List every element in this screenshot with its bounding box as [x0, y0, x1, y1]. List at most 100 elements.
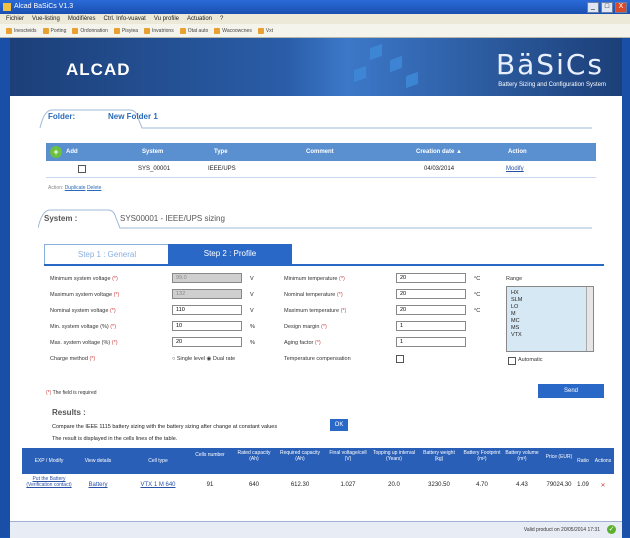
automatic-checkbox[interactable]	[508, 357, 516, 365]
battery-details-link[interactable]: Battery	[76, 482, 120, 488]
menu-actuation[interactable]: Actuation	[187, 14, 212, 24]
modify-link[interactable]: Modify	[506, 166, 524, 172]
field-label: Min. system voltage (%) (*)	[50, 324, 117, 330]
col-price: Price (EUR)	[545, 454, 573, 460]
unit-label: %	[250, 340, 255, 346]
list-item[interactable]: MS	[511, 325, 589, 332]
favorite-item[interactable]: Otat auto	[179, 27, 208, 34]
charge-method-radio[interactable]: ○ Single level ◉ Dual rate	[172, 356, 235, 362]
tab-step-2-profile[interactable]: Step 2 : Profile	[168, 244, 292, 264]
favorite-item[interactable]: Porting	[42, 27, 66, 34]
unit-label: °C	[474, 292, 481, 298]
list-item[interactable]: M	[511, 311, 589, 318]
close-button[interactable]: X	[615, 2, 627, 13]
general-form: Minimum system voltage (*) V Maximum sys…	[44, 264, 604, 376]
automatic-label: Automatic	[518, 357, 543, 363]
list-item[interactable]: HX	[511, 290, 589, 297]
unit-label: V	[250, 308, 254, 314]
table-row[interactable]: Put the Battery (Verification contact) B…	[22, 474, 614, 496]
col-cell-type: Cell type	[148, 458, 168, 464]
menu-modify[interactable]: Modifières	[68, 14, 96, 24]
min-voltage-percent-input[interactable]	[172, 321, 242, 331]
favorite-icon	[257, 27, 264, 34]
row-type: IEEE/UPS	[208, 166, 236, 172]
field-label: Aging factor (*)	[284, 340, 321, 346]
col-comment[interactable]: Comment	[306, 149, 334, 155]
col-type[interactable]: Type	[214, 149, 228, 155]
max-system-voltage-input[interactable]	[172, 289, 242, 299]
menu-info[interactable]: Ctrl. Info-vuavat	[104, 14, 146, 24]
col-battery-volume: Battery volume (m³)	[505, 450, 539, 462]
favorite-icon	[6, 27, 12, 34]
cell-type-link[interactable]: VTX 1 M 640	[130, 482, 186, 488]
window-title: Alcad BaSiCs V1.3	[14, 3, 74, 10]
temperature-compensation-checkbox[interactable]	[396, 355, 404, 363]
status-ok-icon: ✓	[607, 525, 616, 534]
battery-weight: 3230.50	[428, 482, 450, 488]
favorite-item[interactable]: Pisyiea	[113, 27, 138, 34]
required-note: (*) The field is required	[46, 390, 97, 396]
unit-label: V	[250, 276, 254, 282]
menu-help[interactable]: ?	[220, 14, 223, 24]
range-scrollbar[interactable]	[586, 287, 593, 351]
col-creation-date[interactable]: Creation date ▲	[416, 149, 462, 155]
range-listbox[interactable]: HX SLM LO M MC MS VTX	[506, 286, 594, 352]
field-label: Minimum temperature (*)	[284, 276, 345, 282]
row-checkbox[interactable]	[78, 165, 86, 173]
favorite-item[interactable]: Vxt	[257, 27, 273, 34]
nominal-temperature-input[interactable]	[396, 289, 466, 299]
minimize-button[interactable]: _	[587, 2, 599, 13]
left-frame	[0, 38, 10, 537]
alcad-logo: ALCAD	[66, 60, 131, 79]
menu-profile[interactable]: Vu profile	[154, 14, 179, 24]
col-cells-number: Cells number	[195, 452, 225, 458]
list-item[interactable]: VTX	[511, 332, 589, 339]
list-item[interactable]: MC	[511, 318, 589, 325]
menu-view[interactable]: Vue-listing	[32, 14, 60, 24]
final-voltage: 1.027	[340, 482, 356, 488]
duplicate-link[interactable]: Duplicate	[65, 185, 86, 191]
folder-table-header: + Add System Type Comment Creation date …	[46, 143, 596, 161]
favorite-item[interactable]: Ordonnation	[72, 27, 108, 34]
window-titlebar: Alcad BaSiCs V1.3 _ □ X	[0, 0, 630, 14]
unit-label: °C	[474, 276, 481, 282]
tab-step-1-general[interactable]: Step 1 : General	[44, 244, 170, 265]
field-label: Maximum temperature (*)	[284, 308, 347, 314]
nominal-system-voltage-input[interactable]	[172, 305, 242, 315]
maximize-button[interactable]: □	[601, 2, 613, 13]
actions-prefix: Action:	[48, 185, 64, 191]
list-item[interactable]: LO	[511, 304, 589, 311]
delete-link[interactable]: Delete	[87, 185, 101, 191]
favorite-icon	[144, 27, 151, 34]
unit-label: °C	[474, 308, 481, 314]
design-margin-input[interactable]	[396, 321, 466, 331]
col-system[interactable]: System	[142, 149, 163, 155]
verify-contact-link[interactable]: Put the Battery (Verification contact)	[26, 476, 72, 488]
table-row[interactable]: SYS_00001 IEEE/UPS 04/03/2014 Modify	[46, 161, 596, 178]
max-temperature-input[interactable]	[396, 305, 466, 315]
list-item[interactable]: SLM	[511, 297, 589, 304]
unit-label: V	[250, 292, 254, 298]
menu-file[interactable]: Fichier	[6, 14, 24, 24]
ok-button[interactable]: OK	[330, 419, 348, 431]
results-table-header: EXP / Modify View details Cell type Cell…	[22, 448, 614, 474]
add-system-button[interactable]: +	[50, 146, 62, 158]
favorite-item[interactable]: Invatrions	[144, 27, 174, 34]
max-voltage-percent-input[interactable]	[172, 337, 242, 347]
favorite-icon	[72, 27, 79, 34]
field-label: Minimum system voltage (*)	[50, 276, 118, 282]
favorite-item[interactable]: Wacoowcnes	[214, 27, 252, 34]
col-view-details: View details	[84, 458, 112, 464]
rated-capacity: 640	[248, 482, 259, 488]
aging-factor-input[interactable]	[396, 337, 466, 347]
min-system-voltage-input[interactable]	[172, 273, 242, 283]
delete-icon[interactable]: ✕	[592, 482, 614, 489]
send-button[interactable]: Send	[538, 384, 604, 398]
field-label: Nominal system voltage (*)	[50, 308, 116, 314]
min-temperature-input[interactable]	[396, 273, 466, 283]
field-label: Max. system voltage (%) (*)	[50, 340, 118, 346]
favorites-bar: Inescteids Porting Ordonnation Pisyiea I…	[0, 24, 630, 38]
col-final-voltage: Final voltage/cell (V)	[329, 450, 367, 462]
favorite-item[interactable]: Inescteids	[6, 27, 37, 34]
price: 79024.30	[546, 482, 572, 488]
